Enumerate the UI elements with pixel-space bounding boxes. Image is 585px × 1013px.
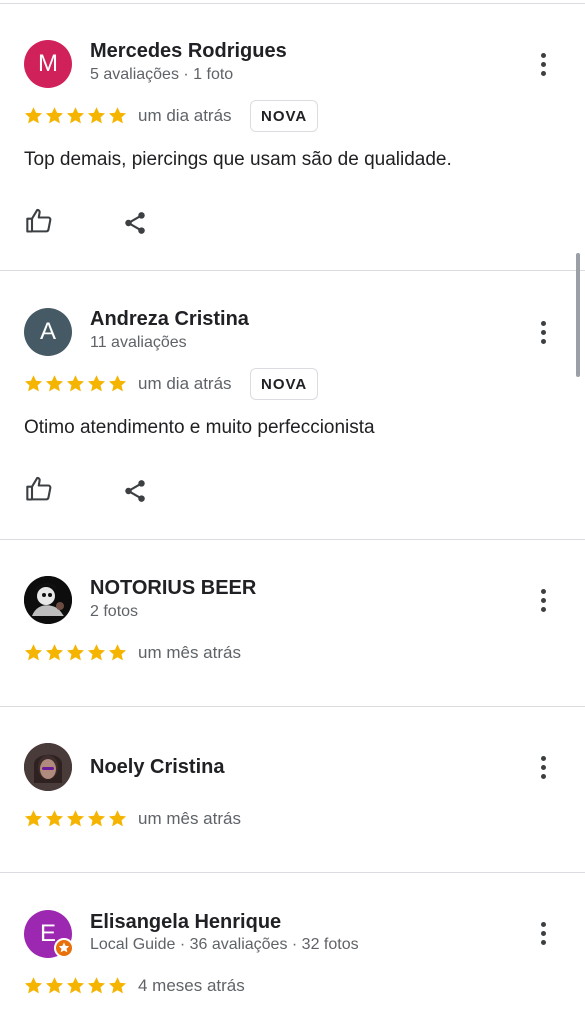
thumb-up-icon: [26, 208, 52, 233]
star-rating: [24, 643, 127, 662]
avatar[interactable]: E: [24, 910, 74, 958]
reviewer-name[interactable]: Andreza Cristina: [90, 308, 249, 331]
more-vert-icon: [540, 588, 546, 594]
reviewer-name[interactable]: NOTORIUS BEER: [90, 577, 256, 600]
review-divider: [0, 872, 585, 873]
more-options-button[interactable]: [528, 317, 558, 347]
more-options-button[interactable]: [528, 752, 558, 782]
scrollbar-thumb[interactable]: [576, 253, 580, 377]
star-icon: [45, 375, 64, 392]
more-options-button[interactable]: [528, 49, 558, 79]
star-rating: [24, 809, 127, 828]
review-time: um mês atrás: [138, 643, 241, 662]
share-icon: [125, 480, 145, 502]
star-icon: [45, 810, 64, 827]
reviewer-meta: 11 avaliações: [90, 334, 187, 351]
share-icon: [125, 212, 145, 234]
more-vert-icon: [540, 921, 546, 927]
star-rating: [24, 106, 127, 125]
avatar[interactable]: [24, 743, 72, 791]
star-icon: [87, 810, 106, 827]
review-divider: [0, 270, 585, 271]
avatar[interactable]: M: [24, 40, 72, 88]
star-icon: [108, 375, 127, 392]
star-icon: [108, 107, 127, 124]
more-vert-icon: [540, 52, 546, 58]
star-icon: [45, 977, 64, 994]
review-text: Otimo atendimento e muito perfeccionista: [24, 417, 375, 438]
star-icon: [87, 107, 106, 124]
avatar-letter: A: [39, 318, 56, 345]
like-button[interactable]: [23, 205, 55, 237]
star-icon: [66, 107, 85, 124]
star-icon: [24, 375, 43, 392]
star-icon: [87, 644, 106, 661]
star-rating: [24, 976, 127, 995]
top-divider: [0, 3, 585, 4]
avatar[interactable]: [24, 576, 72, 624]
more-options-button[interactable]: [528, 585, 558, 615]
star-icon: [45, 644, 64, 661]
new-badge: NOVA: [250, 100, 319, 132]
star-icon: [87, 977, 106, 994]
review-time: um mês atrás: [138, 809, 241, 828]
review-time: um dia atrás: [138, 374, 232, 393]
review-time: 4 meses atrás: [138, 976, 245, 995]
share-button[interactable]: [119, 207, 151, 239]
thumb-up-icon: [26, 476, 52, 501]
more-options-button[interactable]: [528, 918, 558, 948]
avatar-letter: M: [38, 50, 58, 77]
reviewer-name[interactable]: Mercedes Rodrigues: [90, 40, 287, 63]
more-vert-icon: [540, 755, 546, 761]
star-icon: [108, 810, 127, 827]
star-icon: [66, 977, 85, 994]
reviewer-name[interactable]: Noely Cristina: [90, 756, 224, 779]
local-guide-badge-icon: [54, 938, 74, 958]
star-icon: [24, 810, 43, 827]
star-icon: [108, 977, 127, 994]
star-icon: [66, 375, 85, 392]
star-icon: [108, 644, 127, 661]
review-time: um dia atrás: [138, 106, 232, 125]
star-icon: [24, 107, 43, 124]
reviewer-meta: 2 fotos: [90, 603, 139, 620]
star-icon: [45, 107, 64, 124]
reviewer-meta: 5 avaliações · 1 foto: [90, 66, 234, 83]
star-icon: [66, 810, 85, 827]
reviewer-meta: Local Guide · 36 avaliações · 32 fotos: [90, 936, 359, 953]
like-button[interactable]: [23, 473, 55, 505]
more-vert-icon: [540, 320, 546, 326]
share-button[interactable]: [119, 475, 151, 507]
star-icon: [87, 375, 106, 392]
new-badge: NOVA: [250, 368, 319, 400]
profile-photo: [24, 743, 72, 791]
profile-photo: [24, 576, 72, 624]
star-icon: [66, 644, 85, 661]
review-divider: [0, 706, 585, 707]
star-rating: [24, 374, 127, 393]
review-divider: [0, 539, 585, 540]
star-icon: [24, 977, 43, 994]
reviewer-name[interactable]: Elisangela Henrique: [90, 911, 281, 934]
star-icon: [24, 644, 43, 661]
avatar[interactable]: A: [24, 308, 72, 356]
review-text: Top demais, piercings que usam são de qu…: [24, 149, 452, 170]
